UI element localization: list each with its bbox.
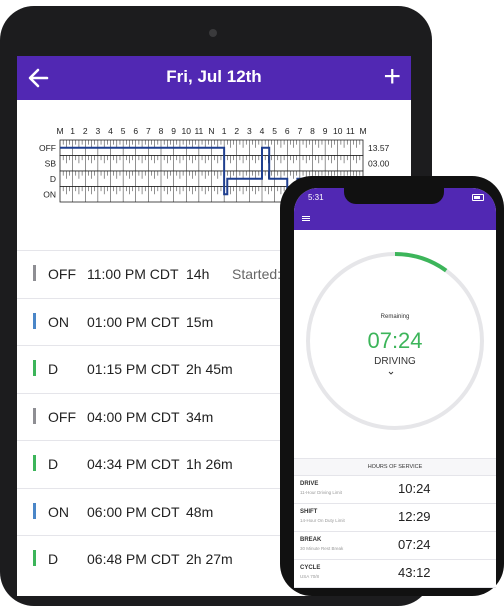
tablet-camera [209,29,217,37]
status-label: ON [43,189,56,199]
hour-label: 6 [285,126,290,136]
hour-label: 7 [298,126,303,136]
hos-name: SHIFT [300,509,318,515]
hour-label: 5 [272,126,277,136]
hour-label: 6 [133,126,138,136]
hour-label: 4 [260,126,265,136]
hour-label: 3 [96,126,101,136]
log-duration: 1h 26m [186,456,233,472]
status-color-bar [33,455,36,471]
status-total: 13.57 [368,143,390,153]
status-color-bar [33,265,36,281]
hour-label: 9 [171,126,176,136]
log-duration: 15m [186,313,214,330]
hos-value: 10:24 [398,481,431,496]
hour-label: M [56,126,63,136]
hos-name: BREAK [300,537,322,543]
status-label: D [50,174,56,184]
hour-label: 4 [108,126,113,136]
gauge-progress-arc [394,252,448,273]
hour-label: 11 [346,126,355,136]
hos-row[interactable]: BREAK 30 Minute Rest Break 07:24 [294,531,496,560]
log-status: ON [48,313,69,330]
plus-icon[interactable]: + [383,62,401,92]
hos-name: CYCLE [300,565,321,571]
hour-label: 10 [333,126,343,136]
hour-label: 8 [159,126,164,136]
hour-label: N [208,126,214,136]
status-color-bar [33,360,36,376]
hour-label: 8 [310,126,315,136]
log-status: OFF [48,266,76,282]
hour-label: 11 [194,126,203,136]
status-color-bar [33,502,36,519]
hos-subtitle: USA 70/8 [300,574,320,579]
hour-label: 7 [146,126,151,136]
log-status: ON [48,503,69,520]
menu-icon[interactable] [302,216,310,217]
hos-value: 07:24 [398,537,431,552]
log-duration: 2h 27m [186,551,233,567]
log-time: 04:34 PM CDT [87,456,180,472]
log-duration: 14h [186,266,210,282]
chevron-down-icon[interactable] [388,370,394,376]
hos-name: DRIVE [300,481,319,487]
gauge-label: Remaining [380,314,410,320]
log-time: 01:15 PM CDT [87,361,180,377]
phone-notch [344,188,444,204]
phone-device: 5:31 Remaining 07:24 DRIVING HOURS OF SE… [280,176,504,596]
log-status: D [48,361,59,377]
log-status: OFF [48,408,76,425]
hos-row[interactable]: DRIVE 11-Hour Driving Limit 10:24 [294,475,496,504]
log-time: 01:00 PM CDT [87,313,180,330]
log-time: 06:48 PM CDT [87,551,180,567]
phone-header: 5:31 [294,188,496,230]
hour-label: 3 [247,126,252,136]
phone-screen: 5:31 Remaining 07:24 DRIVING HOURS OF SE… [294,188,496,588]
hos-subtitle: 14-Hour On Duty Limit [300,518,345,523]
log-time: 11:00 PM CDT [87,266,179,282]
hour-label: 10 [182,126,192,136]
log-duration: 34m [186,408,214,425]
hour-label: 5 [121,126,126,136]
gauge-status: DRIVING [374,356,416,367]
hos-value: 43:12 [398,565,431,580]
phone-status-time: 5:31 [308,193,324,202]
status-color-bar [33,407,36,424]
hour-label: 9 [323,126,328,136]
status-color-bar [33,550,36,566]
log-duration: 48m [186,503,214,520]
battery-icon [472,194,484,201]
tablet-header: Fri, Jul 12th + [17,56,411,100]
log-time: 04:00 PM CDT [87,408,180,425]
status-total: 03.00 [368,158,390,168]
log-time: 06:00 PM CDT [87,503,180,520]
hour-label: 1 [70,126,75,136]
hour-label: 2 [83,126,88,136]
hos-subtitle: 11-Hour Driving Limit [300,490,342,495]
status-color-bar [33,312,36,329]
page-title: Fri, Jul 12th [166,67,262,86]
status-label: OFF [39,143,56,153]
gauge-time: 07:24 [367,328,423,353]
hos-row[interactable]: CYCLE USA 70/8 43:12 [294,559,496,588]
hour-label: M [359,126,366,136]
status-label: SB [45,158,57,168]
hos-value: 12:29 [398,509,431,524]
log-duration: 2h 45m [186,361,233,377]
log-status: D [48,456,59,472]
hour-label: 2 [234,126,239,136]
hos-title: HOURS OF SERVICE [294,458,496,476]
log-status: D [48,551,59,567]
hour-label: 1 [222,126,227,136]
hos-subtitle: 30 Minute Rest Break [300,546,344,551]
hos-row[interactable]: SHIFT 14-Hour On Duty Limit 12:29 [294,503,496,532]
